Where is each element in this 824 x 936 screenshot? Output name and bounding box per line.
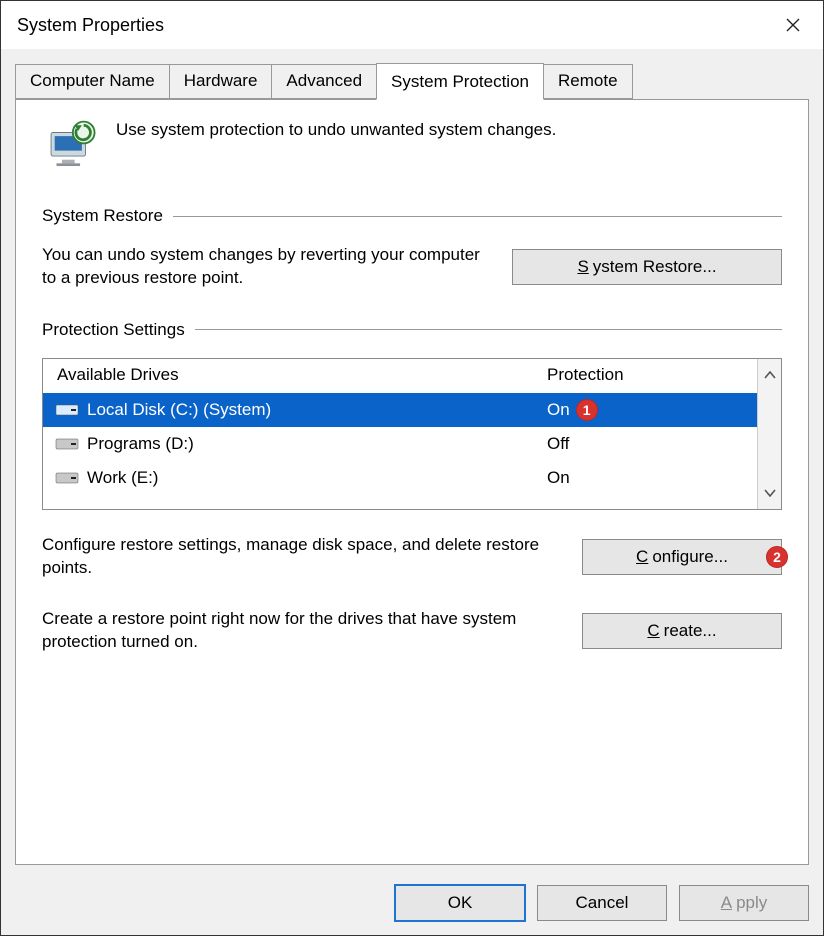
apply-button[interactable]: Apply bbox=[679, 885, 809, 921]
divider bbox=[173, 216, 782, 217]
system-protection-panel: Use system protection to undo unwanted s… bbox=[15, 99, 809, 865]
drive-protection: Off bbox=[547, 434, 569, 454]
tab-computer-name[interactable]: Computer Name bbox=[15, 64, 170, 99]
drive-icon bbox=[55, 436, 79, 452]
create-row: Create a restore point right now for the… bbox=[42, 608, 782, 654]
protection-settings-title: Protection Settings bbox=[42, 320, 185, 340]
close-icon bbox=[785, 17, 801, 33]
drive-name: Programs (D:) bbox=[87, 434, 194, 454]
client-area: Computer Name Hardware Advanced System P… bbox=[1, 49, 823, 873]
drives-scrollbar[interactable] bbox=[757, 359, 781, 509]
system-properties-window: System Properties Computer Name Hardware… bbox=[0, 0, 824, 936]
column-available-drives: Available Drives bbox=[57, 365, 547, 385]
cancel-button[interactable]: Cancel bbox=[537, 885, 667, 921]
scroll-up-icon[interactable] bbox=[760, 365, 780, 385]
drive-protection: On bbox=[547, 400, 570, 420]
system-restore-title: System Restore bbox=[42, 206, 163, 226]
callout-badge: 1 bbox=[576, 399, 598, 421]
window-title: System Properties bbox=[17, 15, 164, 36]
create-desc: Create a restore point right now for the… bbox=[42, 608, 564, 654]
system-restore-button[interactable]: System Restore... bbox=[512, 249, 782, 285]
drive-icon bbox=[55, 470, 79, 486]
intro-text: Use system protection to undo unwanted s… bbox=[116, 118, 556, 140]
tab-hardware[interactable]: Hardware bbox=[169, 64, 273, 99]
drives-list-box: Available Drives Protection Local Disk (… bbox=[42, 358, 782, 510]
tab-remote[interactable]: Remote bbox=[543, 64, 633, 99]
configure-row: Configure restore settings, manage disk … bbox=[42, 534, 782, 580]
drive-row[interactable]: Programs (D:) Off bbox=[43, 427, 757, 461]
drive-row[interactable]: Local Disk (C:) (System) On 1 bbox=[43, 393, 757, 427]
drive-name: Local Disk (C:) (System) bbox=[87, 400, 271, 420]
dialog-footer: OK Cancel Apply bbox=[1, 873, 823, 935]
drive-icon bbox=[55, 402, 79, 418]
system-restore-group: System Restore You can undo system chang… bbox=[42, 206, 782, 290]
intro-row: Use system protection to undo unwanted s… bbox=[42, 118, 782, 176]
drives-header: Available Drives Protection bbox=[43, 359, 757, 393]
tab-system-protection[interactable]: System Protection bbox=[376, 63, 544, 100]
create-button[interactable]: Create... bbox=[582, 613, 782, 649]
divider bbox=[195, 329, 782, 330]
callout-badge: 2 bbox=[766, 546, 788, 568]
configure-desc: Configure restore settings, manage disk … bbox=[42, 534, 564, 580]
configure-button[interactable]: Configure... bbox=[582, 539, 782, 575]
close-button[interactable] bbox=[775, 9, 811, 41]
drive-row[interactable]: Work (E:) On bbox=[43, 461, 757, 495]
column-protection: Protection bbox=[547, 365, 747, 385]
drive-protection: On bbox=[547, 468, 570, 488]
titlebar: System Properties bbox=[1, 1, 823, 49]
tab-strip: Computer Name Hardware Advanced System P… bbox=[15, 63, 809, 99]
protection-settings-group: Protection Settings Available Drives Pro… bbox=[42, 320, 782, 662]
scroll-down-icon[interactable] bbox=[760, 483, 780, 503]
drives-list: Available Drives Protection Local Disk (… bbox=[43, 359, 757, 509]
ok-button[interactable]: OK bbox=[395, 885, 525, 921]
system-restore-icon bbox=[42, 118, 100, 176]
system-restore-desc: You can undo system changes by reverting… bbox=[42, 244, 494, 290]
tab-advanced[interactable]: Advanced bbox=[271, 64, 377, 99]
drive-name: Work (E:) bbox=[87, 468, 158, 488]
